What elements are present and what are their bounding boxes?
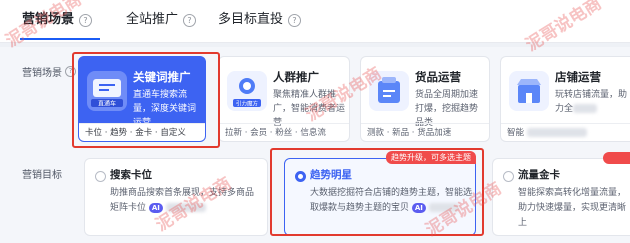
scene-footer: 拉新 · 会员 · 粉丝 · 信息流 <box>219 123 349 141</box>
row-label-text: 营销场景 <box>22 68 62 79</box>
scene-row-label: 营销场景 ? <box>22 64 76 79</box>
divider <box>0 43 630 47</box>
goal-title: 搜索卡位 <box>110 169 152 181</box>
help-icon[interactable]: ? <box>65 66 76 77</box>
redacted-text <box>526 128 587 137</box>
ai-badge: AI <box>148 202 163 213</box>
tab-multi-goal-direct[interactable]: 多目标直投 ? <box>218 10 302 30</box>
scene-card-keyword-promotion[interactable]: 直通车 关键词推广 直通车搜索流量，深度关键词运营 卡位 · 趋势 · 金卡 ·… <box>78 56 206 142</box>
campaign-creation-panel: 营销场景 ? 全站推广 ? 多目标直投 ? 营销场景 ? 直通车 关键词推广 直… <box>0 0 630 243</box>
help-icon[interactable]: ? <box>288 13 302 27</box>
scene-card-goods-operation[interactable]: 货品运营 货品全周期加速打爆，挖掘趋势品类 测款 · 新品 · 货品加速 <box>360 56 490 142</box>
tab-marketing-scene[interactable]: 营销场景 ? <box>22 10 93 30</box>
redacted-text <box>165 203 206 212</box>
active-tab-indicator <box>20 38 100 40</box>
row-label-text: 营销目标 <box>22 170 62 181</box>
redacted-text <box>573 104 598 113</box>
upgrade-badge: 趋势升级，可多选主题 <box>386 151 476 164</box>
goal-description: 助推商品搜索首条展现，支持多商品矩阵卡位 AI <box>110 186 260 216</box>
help-icon[interactable]: ? <box>183 13 197 27</box>
scene-title: 货品运营 <box>415 70 461 84</box>
scene-footer: 智能 <box>501 123 630 141</box>
redacted-text <box>428 203 459 212</box>
radio-button[interactable] <box>95 171 106 182</box>
scene-footer: 测款 · 新品 · 货品加速 <box>361 123 489 141</box>
tab-label: 多目标直投 <box>218 12 284 27</box>
keyword-promotion-icon: 直通车 <box>87 71 127 111</box>
scene-card-crowd-promotion[interactable]: 引力魔方 人群推广 聚焦精准人群推广，智能消费者运营 拉新 · 会员 · 粉丝 … <box>218 56 350 142</box>
goal-card-search-rank[interactable]: 搜索卡位 助推商品搜索首条展现，支持多商品矩阵卡位 AI <box>84 158 268 236</box>
goal-description: 智能探索高转化增量流量，助力快速爆量，实现更清晰上 <box>518 188 627 228</box>
scene-tabs: 营销场景 ? 全站推广 ? 多目标直投 ? <box>0 0 630 43</box>
goal-card-trend-star[interactable]: 趋势明星 大数据挖掘符合店铺的趋势主题，智能选取爆款与趋势主题的宝贝 AI 趋势… <box>284 151 476 236</box>
goal-title: 流量金卡 <box>518 169 560 181</box>
crowd-promotion-icon: 引力魔方 <box>227 71 267 111</box>
goal-row-label: 营销目标 <box>22 166 62 181</box>
tab-label: 全站推广 <box>126 12 179 27</box>
goal-badge-partial <box>603 152 630 164</box>
scene-description: 玩转店铺流量，助力全 <box>555 88 627 116</box>
svg-text:直通车: 直通车 <box>98 100 116 108</box>
radio-button[interactable] <box>295 171 306 182</box>
tab-label: 营销场景 <box>22 12 75 27</box>
goal-title: 趋势明星 <box>310 169 352 181</box>
radio-button[interactable] <box>503 171 514 182</box>
goal-card-traffic-gold-card[interactable]: 流量金卡 智能探索高转化增量流量，助力快速爆量，实现更清晰上 <box>492 158 630 236</box>
scene-footer: 卡位 · 趋势 · 金卡 · 自定义 <box>79 123 205 141</box>
store-operation-icon <box>509 71 549 111</box>
tab-full-site-promotion[interactable]: 全站推广 ? <box>126 10 197 30</box>
scene-card-store-operation[interactable]: 店铺运营 玩转店铺流量，助力全 智能 <box>500 56 630 142</box>
scene-title: 店铺运营 <box>555 70 601 84</box>
goods-operation-icon <box>369 71 409 111</box>
scene-title: 人群推广 <box>273 70 319 84</box>
help-icon[interactable]: ? <box>79 13 93 27</box>
ai-badge: AI <box>411 202 426 213</box>
goal-description: 大数据挖掘符合店铺的趋势主题，智能选取爆款与趋势主题的宝贝 AI <box>310 186 475 216</box>
scene-footer-text: 智能 <box>507 128 525 138</box>
scene-title: 关键词推广 <box>133 70 191 84</box>
svg-text:引力魔方: 引力魔方 <box>236 100 259 108</box>
